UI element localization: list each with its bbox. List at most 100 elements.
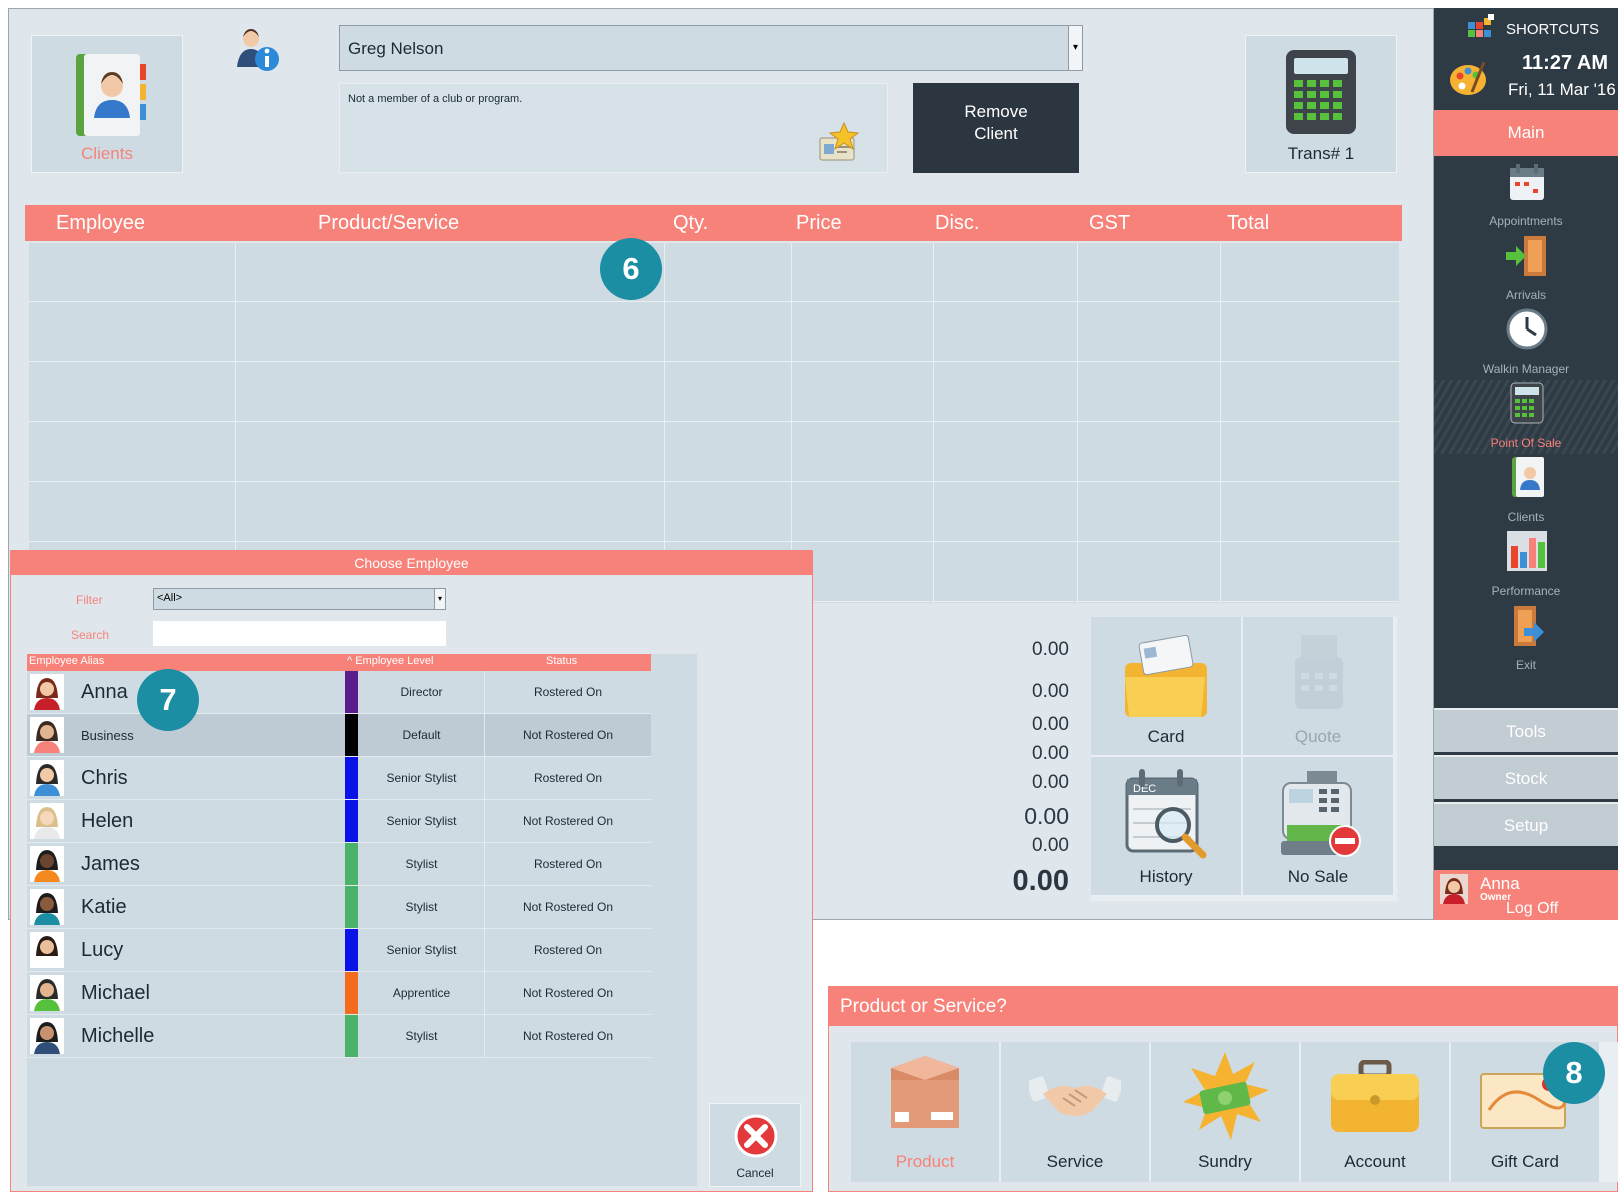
employee-row[interactable]: Katie Stylist Not Rostered On <box>27 886 651 929</box>
avatar <box>1440 874 1468 904</box>
total-value: 0.00 <box>1024 803 1069 829</box>
cash-register-icon <box>1281 771 1361 857</box>
sidebar-tab-setup[interactable]: Setup <box>1434 802 1618 846</box>
palette-icon[interactable] <box>1448 58 1488 98</box>
level-color-bar <box>345 757 358 799</box>
sidebar-title: SHORTCUTS <box>1506 21 1600 38</box>
clients-button[interactable]: Clients <box>31 35 183 173</box>
sidebar-item-walkin-manager[interactable]: Walkin Manager <box>1434 306 1618 380</box>
client-info-icon[interactable] <box>237 29 281 73</box>
employee-row[interactable]: Helen Senior Stylist Not Rostered On <box>27 800 651 843</box>
membership-star-icon[interactable] <box>818 122 860 164</box>
column-employee-alias[interactable]: Employee Alias <box>29 655 104 667</box>
column-divider <box>791 243 792 603</box>
column-qty[interactable]: Qty. <box>673 212 708 235</box>
sidebar-item-appointments[interactable]: Appointments <box>1434 158 1618 232</box>
clock-icon <box>1506 308 1548 350</box>
total-value: 0.00 <box>1032 743 1069 764</box>
search-label: Search <box>71 628 110 642</box>
level-color-bar <box>345 843 358 885</box>
column-disc[interactable]: Disc. <box>935 212 979 235</box>
sidebar-item-label: Clients <box>1507 510 1545 524</box>
employee-status: Not Rostered On <box>522 986 614 1000</box>
column-divider <box>235 243 236 603</box>
sidebar-item-point-of-sale[interactable]: Point Of Sale <box>1434 380 1618 454</box>
filter-select[interactable]: <All> ▾ <box>153 588 446 610</box>
sidebar-item-label: Appointments <box>1489 214 1563 228</box>
sidebar-item-label: Performance <box>1491 584 1561 598</box>
product-label: Product <box>895 1152 955 1171</box>
employee-row[interactable]: James Stylist Rostered On <box>27 843 651 886</box>
employee-name: James <box>81 853 140 875</box>
employee-level: Stylist <box>359 1015 485 1057</box>
quote-label: Quote <box>1294 727 1342 746</box>
gift-card-label: Gift Card <box>1490 1152 1560 1171</box>
screen: Clients Greg Nelson ▾ Not a member of a … <box>0 0 1618 1192</box>
employee-name: Katie <box>81 896 127 918</box>
history-button[interactable]: DEC History <box>1091 757 1241 895</box>
door-arrival-icon <box>1506 236 1546 276</box>
box-icon <box>891 1056 959 1128</box>
sidebar-tab-tools[interactable]: Tools <box>1434 708 1618 752</box>
product-button[interactable]: Product <box>851 1042 999 1182</box>
sidebar-item-clients[interactable]: Clients <box>1434 454 1618 528</box>
client-select[interactable]: Greg Nelson ▾ <box>339 25 1083 71</box>
client-name: Greg Nelson <box>348 39 444 58</box>
cancel-button[interactable]: Cancel <box>709 1103 801 1187</box>
address-book-icon <box>1512 457 1544 497</box>
employee-level: Stylist <box>359 843 485 885</box>
column-status[interactable]: Status <box>546 655 577 667</box>
column-divider <box>1220 243 1221 603</box>
search-input[interactable] <box>153 621 446 646</box>
no-sale-button[interactable]: No Sale <box>1243 757 1393 895</box>
close-icon <box>734 1114 778 1158</box>
filter-value: <All> <box>157 592 183 604</box>
avatar <box>30 674 64 710</box>
avatar <box>30 932 64 968</box>
service-button[interactable]: Service <box>1001 1042 1149 1182</box>
column-product-service[interactable]: Product/Service <box>318 212 459 235</box>
remove-client-button[interactable]: Remove Client <box>913 83 1079 173</box>
employee-row[interactable]: Chris Senior Stylist Rostered On <box>27 757 651 800</box>
column-total[interactable]: Total <box>1227 212 1269 235</box>
calculator-icon <box>1286 50 1356 134</box>
employee-name: Michelle <box>81 1025 155 1047</box>
user-name: Anna <box>1480 874 1520 893</box>
sale-grid[interactable] <box>29 243 1399 603</box>
quote-button[interactable]: Quote <box>1243 617 1393 755</box>
sidebar-tab-main[interactable]: Main <box>1434 110 1618 156</box>
chevron-down-icon[interactable]: ▾ <box>434 589 445 609</box>
transaction-button[interactable]: Trans# 1 <box>1245 35 1397 173</box>
card-button[interactable]: Card <box>1091 617 1241 755</box>
bar-chart-icon <box>1507 531 1547 571</box>
level-color-bar <box>345 972 358 1014</box>
shortcuts-sidebar: SHORTCUTS 11:27 AM Fri, 11 Mar '16 Main … <box>1434 8 1618 920</box>
employee-row[interactable]: Business Default Not Rostered On <box>27 714 651 757</box>
employee-status: Rostered On <box>533 943 603 957</box>
level-color-bar <box>345 714 358 756</box>
sidebar-tab-stock[interactable]: Stock <box>1434 755 1618 799</box>
sidebar-item-label: Point Of Sale <box>1490 436 1562 450</box>
column-employee[interactable]: Employee <box>56 212 145 235</box>
column-price[interactable]: Price <box>796 212 842 235</box>
callout-marker-6: 6 <box>600 238 662 300</box>
employee-row[interactable]: Michael Apprentice Not Rostered On <box>27 972 651 1015</box>
sundry-button[interactable]: Sundry <box>1151 1042 1299 1182</box>
employee-table-header: Employee Alias ^ Employee Level Status <box>27 654 651 671</box>
sidebar-item-arrivals[interactable]: Arrivals <box>1434 232 1618 306</box>
employee-level: Senior Stylist <box>359 757 485 799</box>
sidebar-item-exit[interactable]: Exit <box>1434 602 1618 676</box>
employee-row[interactable]: Anna Director Rostered On <box>27 671 651 714</box>
column-gst[interactable]: GST <box>1089 212 1130 235</box>
sidebar-item-performance[interactable]: Performance <box>1434 528 1618 602</box>
account-button[interactable]: Account <box>1301 1042 1449 1182</box>
column-employee-level[interactable]: ^ Employee Level <box>347 655 434 667</box>
employee-row[interactable]: Michelle Stylist Not Rostered On <box>27 1015 651 1058</box>
card-label: Card <box>1147 727 1185 746</box>
column-divider <box>664 243 665 603</box>
logoff-button[interactable]: Log Off <box>1506 900 1558 918</box>
total-value: 0.00 <box>1032 714 1069 735</box>
employee-status: Rostered On <box>533 857 603 871</box>
chevron-down-icon[interactable]: ▾ <box>1068 26 1082 70</box>
employee-row[interactable]: Lucy Senior Stylist Rostered On <box>27 929 651 972</box>
